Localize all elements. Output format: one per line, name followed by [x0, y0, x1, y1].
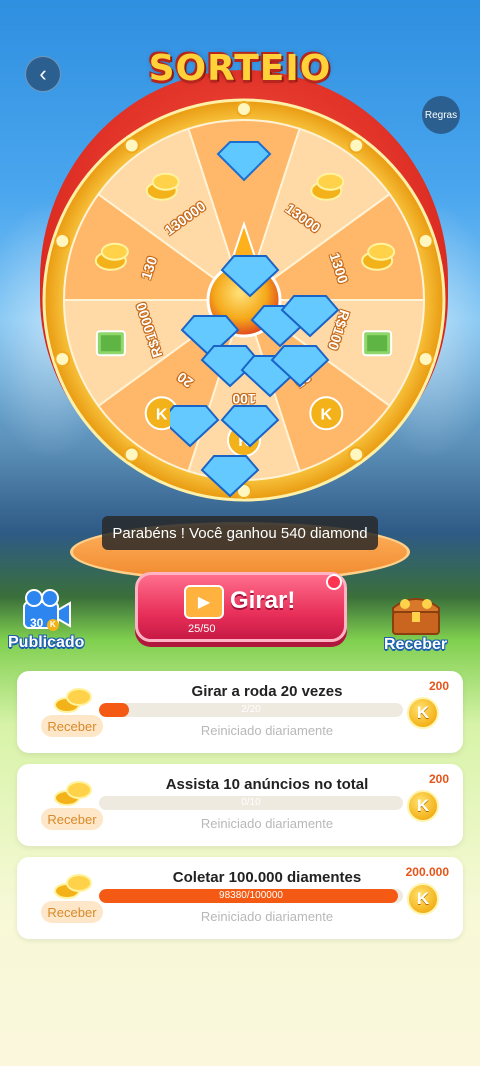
coin-stack-icon	[54, 874, 92, 899]
task-reset-note: Reiniciado diariamente	[200, 816, 334, 831]
receber-reward-button[interactable]: Receber	[33, 774, 105, 834]
wheel-bulb	[54, 351, 71, 368]
spin-button[interactable]: ▶ Girar! 25/50	[135, 572, 347, 642]
spin-count: 25/50	[188, 623, 216, 635]
task-reset-note: Reiniciado diariamente	[200, 723, 334, 738]
wheel-bulb	[348, 137, 365, 154]
wheel-bulb	[417, 351, 434, 368]
page-title: SORTEIO	[148, 48, 332, 89]
receber-label: Receber	[41, 808, 103, 830]
receber-reward-button[interactable]: Receber	[33, 867, 105, 927]
task-progress-bar: 0/10	[99, 796, 403, 810]
wheel-bulb	[123, 446, 140, 463]
play-icon: ▶	[184, 585, 224, 619]
diamond-icon	[220, 255, 280, 298]
win-toast: Parabéns ! Você ganhou 540 diamond	[102, 516, 378, 550]
task-reward-amount: 200	[428, 679, 449, 693]
publicado-count: 30 K	[30, 616, 59, 631]
task-reset-note: Reiniciado diariamente	[200, 909, 334, 924]
task-progress-bar: 98380/100000	[99, 889, 403, 903]
cash-stack-icon	[95, 330, 126, 357]
task-progress-text: 0/10	[241, 797, 261, 808]
diamond-icon	[200, 455, 260, 498]
task-progress-text: 2/20	[241, 704, 261, 715]
wheel-bulb	[54, 232, 71, 249]
spin-notification-dot	[326, 574, 342, 590]
receber-label: Receber	[384, 636, 448, 653]
diamond-icon	[170, 405, 220, 448]
task-reward-amount: 200.000	[405, 865, 449, 879]
treasure-chest-icon	[391, 598, 440, 635]
publicado-count-value: 30	[30, 616, 44, 630]
coin-stack-icon	[54, 688, 92, 713]
wheel-bulb	[417, 232, 434, 249]
k-coin-icon: K	[46, 619, 59, 631]
task-name: Assista 10 anúncios no total	[165, 776, 369, 793]
task-card: Receber Girar a roda 20 vezes 2/20 Reini…	[17, 671, 463, 753]
receber-chest-button[interactable]: Receber	[384, 590, 447, 654]
publicado-button[interactable]: 30 K Publicado	[8, 588, 84, 652]
k-coin-icon: K	[407, 790, 439, 822]
receber-label: Receber	[41, 715, 103, 737]
coin-stack-icon	[54, 781, 92, 806]
wheel-bulb	[236, 101, 252, 117]
receber-reward-button[interactable]: Receber	[33, 681, 105, 741]
diamond-burst	[170, 255, 340, 498]
publicado-label: Publicado	[8, 634, 85, 651]
task-progress-bar: 2/20	[99, 703, 403, 717]
task-name: Coletar 100.000 diamentes	[172, 869, 362, 886]
k-coin-icon: K	[407, 697, 439, 729]
diamond-icon	[220, 405, 280, 448]
task-reward-amount: 200	[428, 772, 449, 786]
wheel-bulb	[123, 137, 140, 154]
task-progress-text: 98380/100000	[219, 890, 283, 901]
task-name: Girar a roda 20 vezes	[191, 683, 343, 700]
receber-label: Receber	[41, 901, 103, 923]
spin-label: Girar!	[230, 587, 296, 614]
svg-text:K: K	[156, 406, 168, 423]
task-card: Receber Coletar 100.000 diamentes 98380/…	[17, 857, 463, 939]
k-coin-icon: K	[407, 883, 439, 915]
task-card: Receber Assista 10 anúncios no total 0/1…	[17, 764, 463, 846]
